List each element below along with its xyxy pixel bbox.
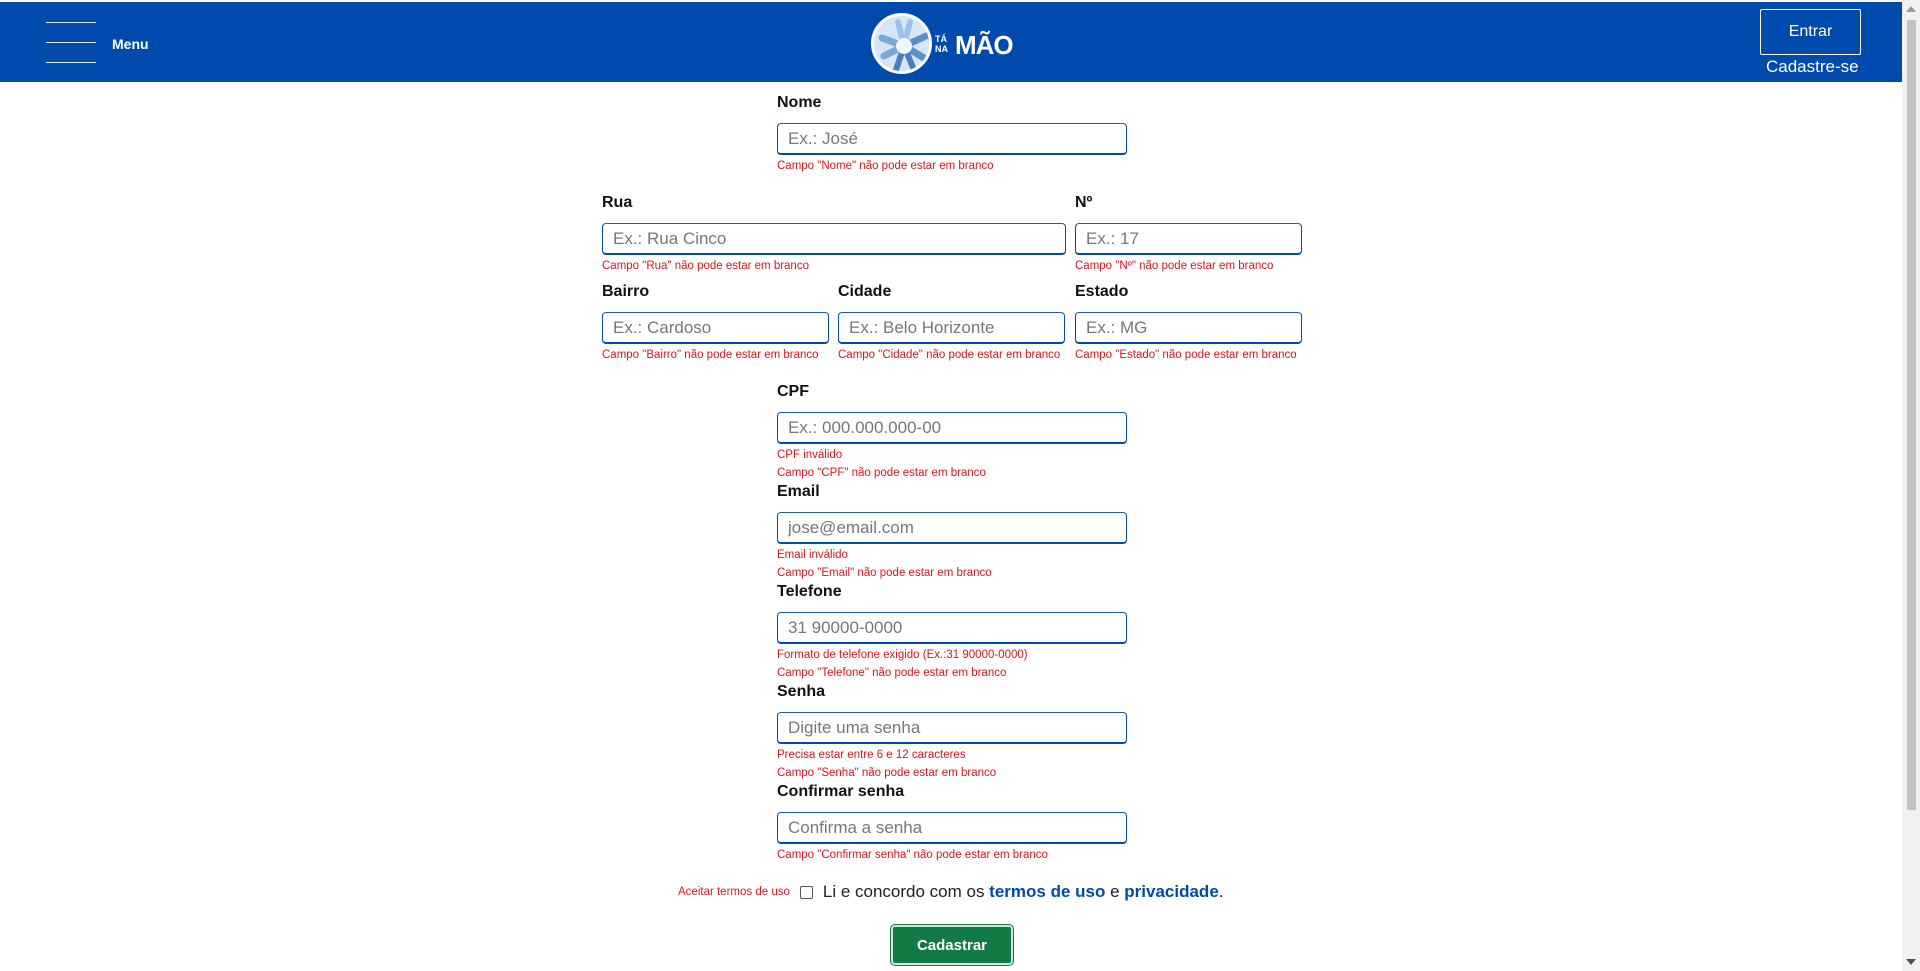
name-label: Nome	[777, 94, 822, 111]
logo-big-text: MÃO	[955, 30, 1014, 60]
phone-field: Telefone Formato de telefone exigido (Ex…	[777, 581, 1127, 682]
scroll-up-arrow-icon[interactable]	[1906, 6, 1916, 12]
menu-label[interactable]: Menu	[112, 36, 149, 52]
terms-text-before: Li e concordo com os	[822, 882, 990, 901]
terms-error: Aceitar termos de uso	[678, 886, 790, 898]
name-input[interactable]	[777, 123, 1127, 155]
cpf-field: CPF CPF inválido Campo "CPF" não pode es…	[777, 381, 1127, 482]
phone-format-error: Formato de telefone exigido (Ex.:31 9000…	[777, 649, 1028, 661]
cpf-label: CPF	[777, 383, 809, 400]
neighborhood-error: Campo "Bairro" não pode estar em branco	[602, 349, 819, 361]
terms-of-use-link[interactable]: termos de uso	[989, 882, 1105, 901]
phone-input[interactable]	[777, 612, 1127, 644]
neighborhood-field: Bairro Campo "Bairro" não pode estar em …	[602, 281, 829, 364]
vertical-scrollbar[interactable]	[1902, 0, 1920, 971]
phone-blank-error: Campo "Telefone" não pode estar em branc…	[777, 667, 1007, 679]
name-error: Campo "Nome" não pode estar em branco	[777, 160, 994, 172]
number-label: Nº	[1075, 194, 1093, 211]
password-input[interactable]	[777, 712, 1127, 744]
email-label: Email	[777, 483, 820, 500]
street-error: Campo "Rua" não pode estar em branco	[602, 260, 809, 272]
confirm-password-error: Campo "Confirmar senha" não pode estar e…	[777, 849, 1048, 861]
city-field: Cidade Campo "Cidade" não pode estar em …	[838, 281, 1065, 364]
terms-text-middle: e	[1105, 882, 1125, 901]
register-button[interactable]: Cadastrar	[891, 925, 1013, 965]
privacy-link[interactable]: privacidade	[1124, 882, 1219, 901]
password-field: Senha Precisa estar entre 6 e 12 caracte…	[777, 681, 1127, 782]
signup-link[interactable]: Cadastre-se	[1766, 57, 1859, 77]
city-input[interactable]	[838, 312, 1065, 344]
state-label: Estado	[1075, 283, 1129, 300]
scroll-thumb[interactable]	[1907, 20, 1916, 810]
state-error: Campo "Estado" não pode estar em branco	[1075, 349, 1297, 361]
login-button[interactable]: Entrar	[1760, 9, 1861, 55]
logo-small-text: TÁ NA	[935, 34, 948, 54]
confirm-password-input[interactable]	[777, 812, 1127, 844]
cpf-input[interactable]	[777, 412, 1127, 444]
confirm-password-label: Confirmar senha	[777, 783, 905, 800]
street-field: Rua Campo "Rua" não pode estar em branco	[602, 192, 1066, 275]
city-error: Campo "Cidade" não pode estar em branco	[838, 349, 1061, 361]
neighborhood-input[interactable]	[602, 312, 829, 344]
password-label: Senha	[777, 683, 826, 700]
terms-text-after: .	[1218, 882, 1224, 901]
number-field: Nº Campo "Nº" não pode estar em branco	[1075, 192, 1302, 275]
name-field: Nome Campo "Nome" não pode estar em bran…	[777, 92, 1127, 175]
state-input[interactable]	[1075, 312, 1302, 344]
email-field: Email Email inválido Campo "Email" não p…	[777, 481, 1127, 582]
email-invalid-error: Email inválido	[777, 549, 848, 561]
street-input[interactable]	[602, 223, 1066, 255]
city-label: Cidade	[838, 283, 892, 300]
email-input[interactable]	[777, 512, 1127, 544]
hamburger-menu-icon[interactable]	[46, 20, 96, 64]
state-field: Estado Campo "Estado" não pode estar em …	[1075, 281, 1302, 364]
phone-label: Telefone	[777, 583, 842, 600]
ta-na-mao-logo[interactable]: TÁ NA MÃO	[871, 13, 1023, 75]
street-label: Rua	[602, 194, 633, 211]
hands-logo-icon	[871, 13, 932, 74]
email-blank-error: Campo "Email" não pode estar em branco	[777, 567, 992, 579]
terms-row: Aceitar termos de uso Li e concordo com …	[678, 880, 1224, 904]
top-navbar: Menu TÁ NA MÃO Entrar Cadastre-se	[0, 2, 1902, 82]
password-length-error: Precisa estar entre 6 e 12 caracteres	[777, 749, 966, 761]
neighborhood-label: Bairro	[602, 283, 650, 300]
cpf-invalid-error: CPF inválido	[777, 449, 843, 461]
password-blank-error: Campo "Senha" não pode estar em branco	[777, 767, 997, 779]
number-error: Campo "Nº" não pode estar em branco	[1075, 260, 1274, 272]
terms-checkbox[interactable]	[799, 885, 813, 899]
confirm-password-field: Confirmar senha Campo "Confirmar senha" …	[777, 781, 1127, 864]
scroll-down-arrow-icon[interactable]	[1906, 959, 1916, 965]
terms-text: Li e concordo com os termos de uso e pri…	[823, 882, 1224, 902]
cpf-blank-error: Campo "CPF" não pode estar em branco	[777, 467, 986, 479]
number-input[interactable]	[1075, 223, 1302, 255]
